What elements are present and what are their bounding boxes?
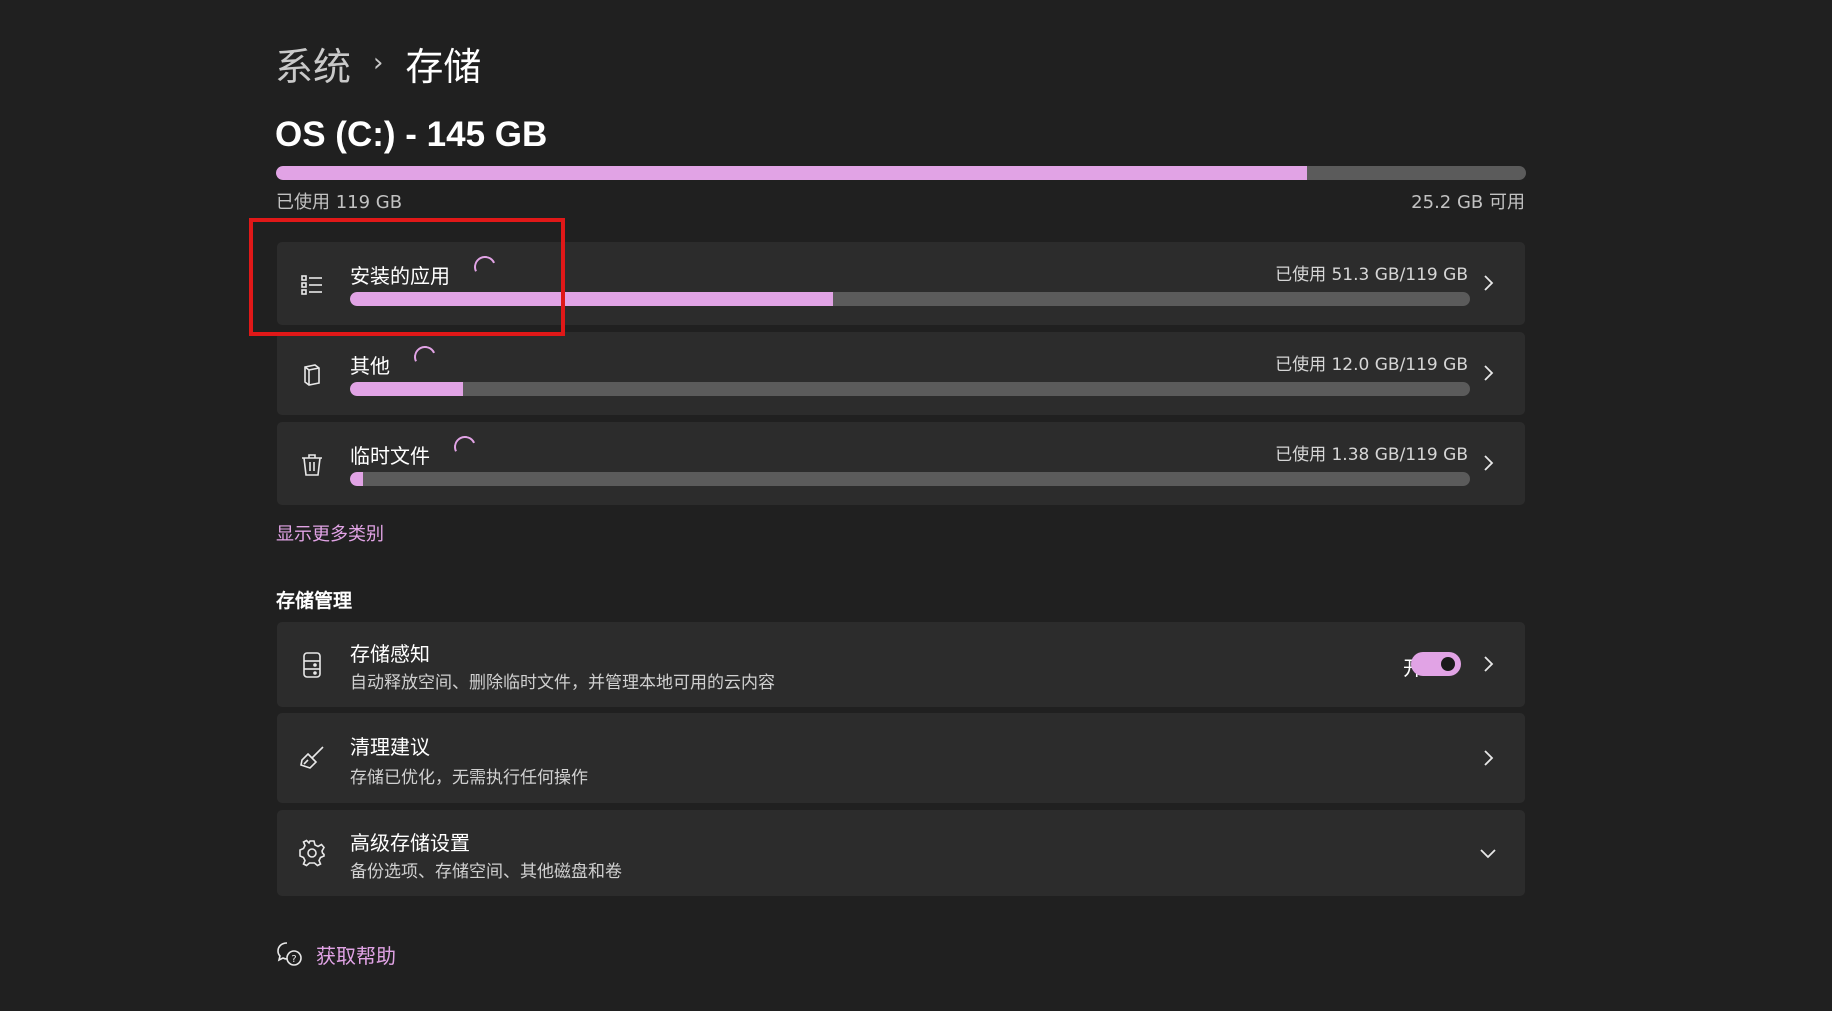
category-usage-bar <box>350 382 1470 396</box>
cleanup-description: 存储已优化，无需执行任何操作 <box>350 768 588 788</box>
drive-title: OS (C:) - 145 GB <box>275 115 548 154</box>
category-label: 其他 <box>350 342 440 379</box>
drive-used-label: 已使用 119 GB <box>276 192 403 213</box>
chevron-right-icon <box>1477 452 1499 474</box>
help-chat-icon: ? <box>275 940 303 968</box>
chevron-right-icon <box>1477 362 1499 384</box>
loading-spinner-icon <box>470 252 500 281</box>
gear-icon <box>297 838 327 868</box>
category-installed-apps[interactable]: 安装的应用 已使用 51.3 GB/119 GB <box>277 242 1525 325</box>
storage-settings-page: 系统 › 存储 OS (C:) - 145 GB 已使用 119 GB 25.2… <box>0 0 1832 1011</box>
advanced-storage-settings-card[interactable]: 高级存储设置 备份选项、存储空间、其他磁盘和卷 <box>277 810 1525 896</box>
category-usage-bar <box>350 472 1470 486</box>
storage-sense-card[interactable]: 存储感知 自动释放空间、删除临时文件，并管理本地可用的云内容 开 <box>277 622 1525 707</box>
loading-spinner-icon <box>450 432 480 461</box>
breadcrumb-system-link[interactable]: 系统 <box>275 36 351 91</box>
list-icon <box>297 270 327 300</box>
page-title: 存储 <box>405 44 482 89</box>
category-label: 临时文件 <box>350 432 480 469</box>
broom-icon <box>297 743 327 773</box>
advanced-settings-title: 高级存储设置 <box>350 831 470 855</box>
category-label: 安装的应用 <box>350 252 500 289</box>
category-usage-fill <box>350 472 363 486</box>
storage-sense-description: 自动释放空间、删除临时文件，并管理本地可用的云内容 <box>350 673 775 693</box>
toggle-knob <box>1441 657 1455 671</box>
chevron-down-icon <box>1477 842 1499 864</box>
category-name: 安装的应用 <box>350 264 450 288</box>
cleanup-recommendations-card[interactable]: 清理建议 存储已优化，无需执行任何操作 <box>277 713 1525 803</box>
chevron-right-icon <box>1477 653 1499 675</box>
storage-management-heading: 存储管理 <box>276 590 353 612</box>
category-name: 临时文件 <box>350 444 430 468</box>
show-more-categories-link[interactable]: 显示更多类别 <box>276 520 384 546</box>
loading-spinner-icon <box>410 342 440 371</box>
category-usage: 已使用 12.0 GB/119 GB <box>1275 355 1468 375</box>
files-icon <box>297 360 327 390</box>
trash-icon <box>297 450 327 480</box>
get-help-link[interactable]: 获取帮助 <box>316 940 396 969</box>
category-temp-files[interactable]: 临时文件 已使用 1.38 GB/119 GB <box>277 422 1525 505</box>
category-usage-bar <box>350 292 1470 306</box>
category-usage-fill <box>350 382 464 396</box>
chevron-right-icon <box>1477 747 1499 769</box>
category-usage: 已使用 51.3 GB/119 GB <box>1275 265 1468 285</box>
drive-usage-fill <box>276 166 1308 180</box>
storage-drive-icon <box>297 650 327 680</box>
category-name: 其他 <box>350 354 390 378</box>
category-usage: 已使用 1.38 GB/119 GB <box>1275 445 1468 465</box>
advanced-settings-description: 备份选项、存储空间、其他磁盘和卷 <box>350 862 622 882</box>
drive-free-label: 25.2 GB 可用 <box>1411 192 1525 213</box>
chevron-right-icon <box>1477 272 1499 294</box>
breadcrumb-separator: › <box>373 48 384 78</box>
category-usage-fill <box>350 292 833 306</box>
storage-sense-toggle[interactable] <box>1411 652 1461 676</box>
category-other[interactable]: 其他 已使用 12.0 GB/119 GB <box>277 332 1525 415</box>
breadcrumb: 系统 › 存储 <box>275 36 482 91</box>
cleanup-title: 清理建议 <box>350 735 430 759</box>
storage-sense-title: 存储感知 <box>350 642 430 666</box>
svg-text:?: ? <box>291 954 296 965</box>
drive-usage-bar <box>276 166 1526 180</box>
